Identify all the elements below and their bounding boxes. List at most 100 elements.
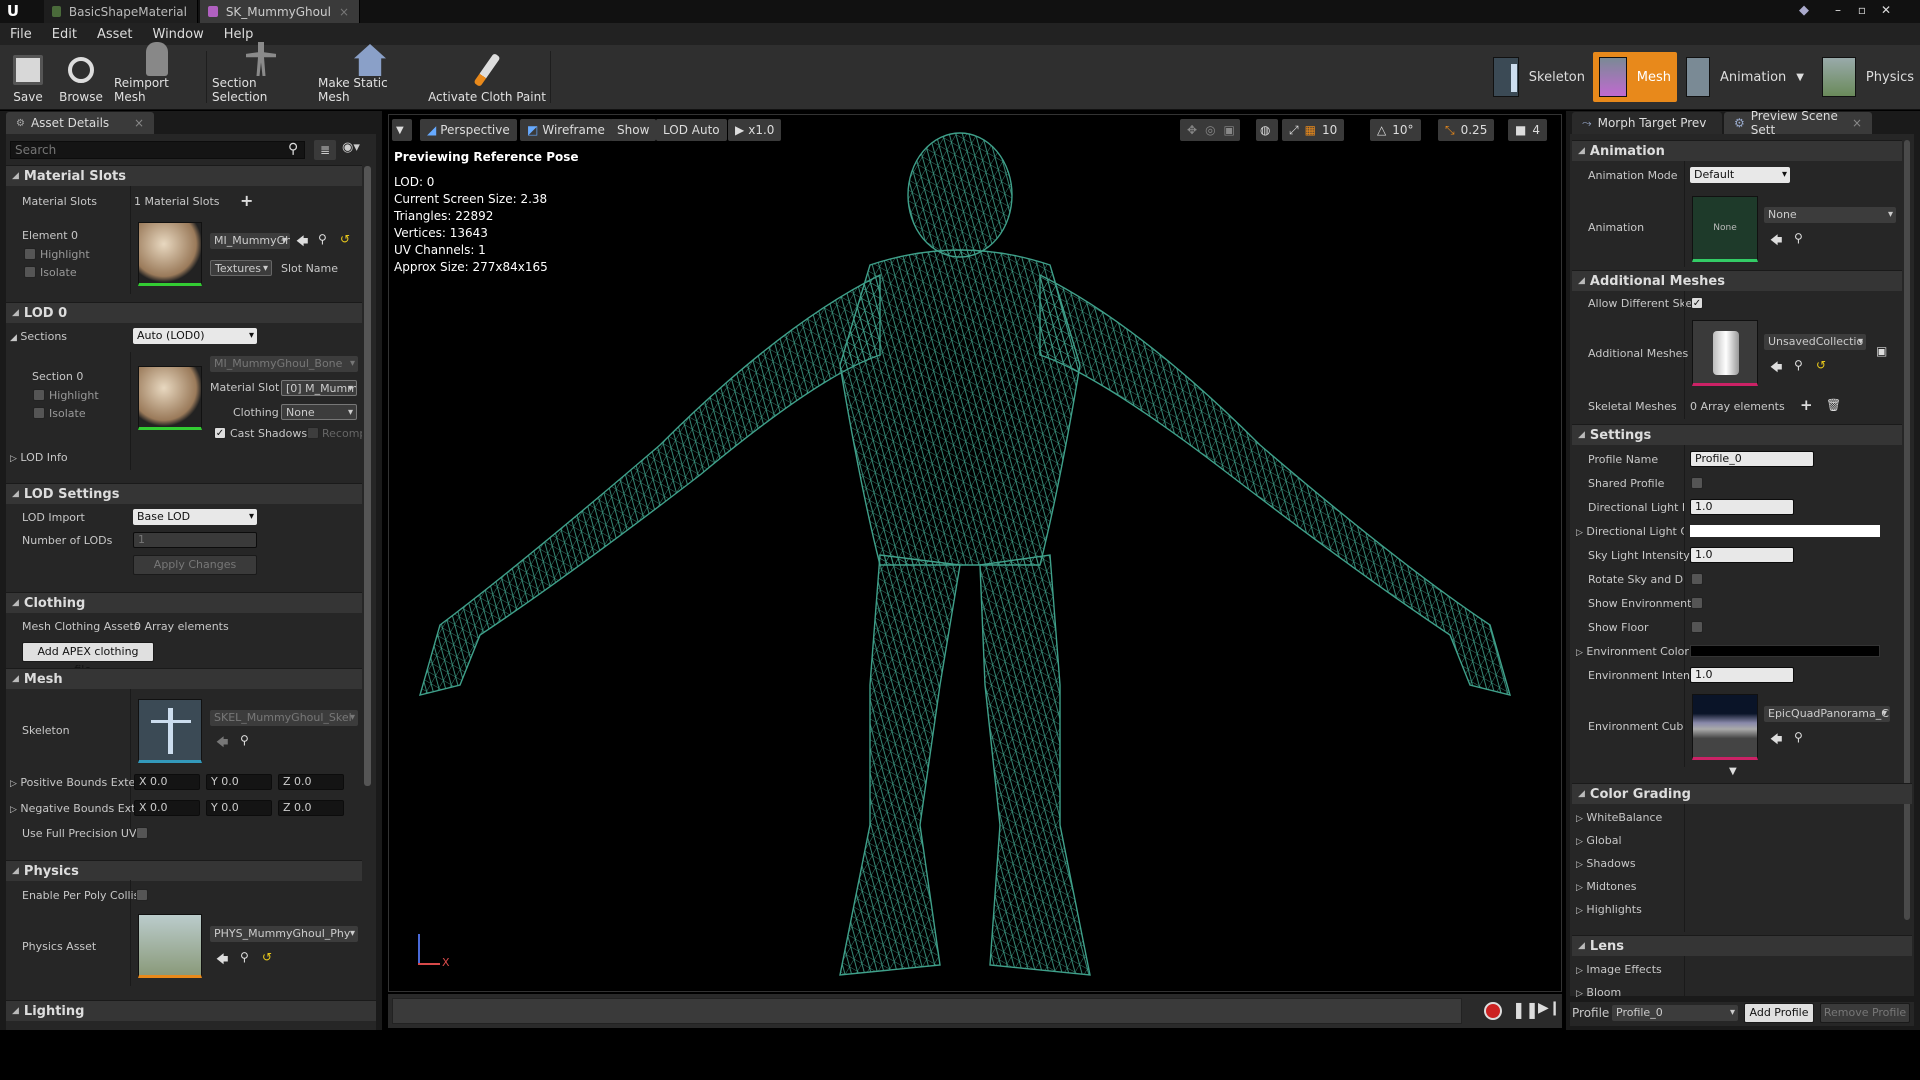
tab-morph-target-preview[interactable]: ⤳ Morph Target Prev — [1572, 112, 1722, 134]
category-settings[interactable]: ◢ Settings — [1572, 424, 1902, 445]
close-icon[interactable]: × — [134, 116, 144, 130]
directional-light-intensity-input[interactable]: 1.0 — [1690, 499, 1794, 515]
cast-shadows-checkbox[interactable] — [214, 427, 226, 439]
sections-label[interactable]: ◢ Sections — [10, 330, 67, 343]
menu-file[interactable]: File — [0, 27, 42, 42]
browse-asset-icon[interactable]: ⚲ — [318, 232, 327, 246]
tab-preview-scene-settings[interactable]: ⚙ Preview Scene Sett × — [1724, 109, 1872, 137]
browse-asset-icon[interactable]: ⚲ — [1794, 730, 1803, 744]
rotate-sky-checkbox[interactable] — [1691, 573, 1703, 585]
allow-different-skeleton-checkbox[interactable] — [1691, 297, 1703, 309]
mode-physics[interactable]: Physics — [1816, 52, 1920, 102]
category-lens[interactable]: ◢ Lens — [1572, 935, 1912, 956]
material-combo[interactable]: MI_MummyGhoul — [210, 233, 290, 249]
category-lighting[interactable]: ◢ Lighting — [6, 1000, 376, 1021]
additional-meshes-thumbnail[interactable] — [1692, 320, 1758, 386]
tab-sk-mummy-ghoul[interactable]: SK_MummyGhoul × — [200, 0, 360, 23]
clothing-combo[interactable]: None — [281, 404, 357, 420]
environment-intensity-input[interactable]: 1.0 — [1690, 667, 1794, 683]
search-input[interactable] — [10, 141, 305, 159]
physics-asset-thumbnail[interactable] — [138, 914, 202, 978]
show-floor-checkbox[interactable] — [1691, 621, 1703, 633]
tab-basic-shape-material[interactable]: BasicShapeMaterial — [44, 0, 198, 23]
negative-bounds-y[interactable]: Y 0.0 — [206, 800, 272, 816]
directional-light-color-row[interactable]: ▷ Directional Light Co — [1576, 525, 1684, 538]
notification-icon[interactable]: ◆ — [1799, 3, 1809, 18]
record-icon[interactable] — [1484, 1002, 1502, 1020]
category-material-slots[interactable]: ◢ Material Slots — [6, 165, 362, 186]
activate-cloth-paint-button[interactable]: Activate Cloth Paint — [428, 49, 546, 107]
additional-meshes-combo[interactable]: UnsavedCollectio — [1764, 334, 1866, 350]
close-window-icon[interactable]: ✕ — [1876, 2, 1896, 19]
wireframe-mesh[interactable] — [400, 125, 1550, 995]
add-icon[interactable]: + — [240, 191, 253, 210]
sky-light-intensity-input[interactable]: 1.0 — [1690, 547, 1794, 563]
positive-bounds-x[interactable]: X 0.0 — [134, 774, 200, 790]
section-highlight-checkbox[interactable] — [33, 389, 45, 401]
add-icon[interactable]: + — [1800, 396, 1813, 414]
category-additional-meshes[interactable]: ◢ Additional Meshes — [1572, 270, 1902, 291]
positive-bounds-z[interactable]: Z 0.0 — [278, 774, 344, 790]
view-options-icon[interactable]: ≣ — [314, 140, 336, 160]
section-isolate-checkbox[interactable] — [33, 407, 45, 419]
category-mesh[interactable]: ◢ Mesh — [6, 668, 362, 689]
profile-combo[interactable]: Profile_0 — [1612, 1005, 1738, 1021]
browse-button[interactable]: Browse — [56, 49, 106, 107]
timeline-bar[interactable]: ❚❚ ▶❙ — [388, 994, 1562, 1028]
menu-asset[interactable]: Asset — [87, 27, 143, 42]
add-apex-clothing-button[interactable]: Add APEX clothing file... — [22, 642, 154, 676]
animation-combo[interactable]: None — [1764, 207, 1896, 223]
animation-thumbnail[interactable]: None — [1692, 196, 1758, 262]
reset-icon[interactable]: ↺ — [340, 232, 350, 246]
details-scrollbar[interactable] — [364, 166, 371, 786]
midtones-row[interactable]: ▷ Midtones — [1576, 880, 1636, 893]
add-profile-button[interactable]: Add Profile — [1744, 1003, 1814, 1023]
image-effects-row[interactable]: ▷ Image Effects — [1576, 963, 1662, 976]
positive-bounds-label[interactable]: ▷ Positive Bounds Exte — [10, 776, 135, 789]
negative-bounds-label[interactable]: ▷ Negative Bounds Ext — [10, 802, 136, 815]
category-clothing[interactable]: ◢ Clothing — [6, 592, 362, 613]
reset-icon[interactable]: ↺ — [1816, 358, 1826, 372]
reimport-mesh-button[interactable]: Reimport Mesh — [114, 42, 200, 107]
environment-cubemap-thumbnail[interactable] — [1692, 694, 1758, 760]
maximize-icon[interactable]: ▫ — [1852, 2, 1872, 19]
environment-cubemap-combo[interactable]: EpicQuadPanorama_C — [1764, 706, 1890, 722]
apply-changes-button[interactable]: Apply Changes — [133, 555, 257, 575]
number-of-lods-field[interactable]: 1 — [133, 532, 257, 548]
close-icon[interactable]: × — [339, 5, 349, 19]
positive-bounds-y[interactable]: Y 0.0 — [206, 774, 272, 790]
skeleton-thumbnail[interactable] — [138, 699, 202, 763]
remove-profile-button[interactable]: Remove Profile — [1820, 1003, 1910, 1023]
section-material-combo[interactable]: MI_MummyGhoul_Bone — [210, 356, 358, 372]
close-icon[interactable]: × — [1852, 116, 1862, 130]
negative-bounds-x[interactable]: X 0.0 — [134, 800, 200, 816]
section-selection-button[interactable]: Section Selection — [212, 42, 310, 107]
environment-color-row[interactable]: ▷ Environment Color — [1576, 645, 1689, 658]
use-selected-arrow-icon[interactable]: 🡄 — [1770, 358, 1782, 379]
shared-profile-checkbox[interactable] — [1691, 477, 1703, 489]
category-physics[interactable]: ◢ Physics — [6, 860, 362, 881]
textures-combo[interactable]: Textures — [210, 260, 272, 276]
browse-asset-icon[interactable]: ⚲ — [240, 733, 249, 747]
highlights-row[interactable]: ▷ Highlights — [1576, 903, 1642, 916]
mode-animation[interactable]: Animation ▼ — [1680, 52, 1810, 102]
chevron-down-icon[interactable]: ▼ — [1796, 72, 1804, 83]
save-button[interactable]: Save — [4, 49, 52, 107]
menu-edit[interactable]: Edit — [42, 27, 87, 42]
search-icon[interactable]: ⚲ — [288, 141, 298, 157]
physics-asset-combo[interactable]: PHYS_MummyGhoul_Phy — [210, 926, 358, 942]
timeline-scrubber[interactable] — [392, 998, 1462, 1024]
reset-icon[interactable]: ↺ — [262, 950, 272, 964]
bloom-row[interactable]: ▷ Bloom — [1576, 986, 1621, 999]
shadows-row[interactable]: ▷ Shadows — [1576, 857, 1636, 870]
directional-light-color-swatch[interactable] — [1690, 525, 1880, 537]
isolate-checkbox[interactable] — [24, 266, 36, 278]
browse-asset-icon[interactable]: ⚲ — [1794, 231, 1803, 245]
pause-icon[interactable]: ❚❚ — [1512, 1000, 1539, 1019]
section-material-thumbnail[interactable] — [138, 366, 202, 430]
lod-import-combo[interactable]: Base LOD — [133, 509, 257, 525]
step-forward-icon[interactable]: ▶❙ — [1538, 1000, 1561, 1016]
make-static-mesh-button[interactable]: Make Static Mesh — [318, 44, 422, 107]
full-precision-uv-checkbox[interactable] — [136, 827, 148, 839]
use-selected-arrow-icon[interactable]: 🡄 — [216, 950, 228, 971]
